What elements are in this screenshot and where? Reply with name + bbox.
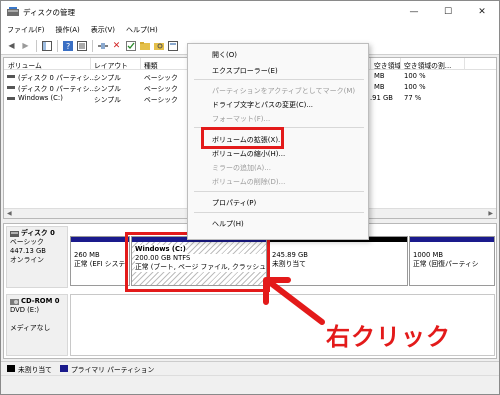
- volume-free-pct: 100 %: [404, 83, 426, 91]
- status-bar: [1, 375, 499, 394]
- legend-unallocated: 未割り当て: [18, 365, 52, 374]
- volume-name: (ディスク 0 パーティシ...: [18, 85, 97, 93]
- menu-bar: ファイル(F) 操作(A) 表示(V) ヘルプ(H): [1, 23, 499, 37]
- disk-0-status: オンライン: [10, 256, 44, 264]
- scroll-left-icon[interactable]: ◀: [7, 210, 12, 217]
- disk-0-size: 447.13 GB: [10, 247, 46, 255]
- menu-item-explorer[interactable]: エクスプローラー(E): [212, 66, 278, 76]
- connect-icon[interactable]: [96, 39, 109, 52]
- volume-type: ベーシック: [144, 85, 178, 93]
- volume-name: Windows (C:): [18, 94, 63, 102]
- partition-size: 1000 MB: [413, 251, 443, 259]
- volume-name: (ディスク 0 パーティシ...: [18, 74, 97, 82]
- disk-0-name: ディスク 0: [21, 229, 55, 237]
- menu-file[interactable]: ファイル(F): [7, 25, 45, 35]
- volume-free-pct: 100 %: [404, 72, 426, 80]
- partition-size: 260 MB: [74, 251, 100, 259]
- search-icon[interactable]: [152, 39, 165, 52]
- close-button[interactable]: ✕: [465, 1, 499, 23]
- volume-layout: シンプル: [94, 96, 121, 104]
- volume-layout: シンプル: [94, 74, 121, 82]
- partition-efi[interactable]: 260 MB 正常 (EFI システ: [70, 236, 130, 286]
- check-icon[interactable]: [124, 39, 137, 52]
- maximize-button[interactable]: ☐: [431, 1, 465, 23]
- cdrom-name: CD-ROM 0: [21, 297, 60, 305]
- volume-free-pct: 77 %: [404, 94, 422, 102]
- menu-item-open[interactable]: 開く(O): [212, 50, 237, 60]
- menu-item-help[interactable]: ヘルプ(H): [212, 219, 244, 229]
- column-type[interactable]: 種類: [144, 60, 158, 70]
- partition-status: 正常 (EFI システ: [74, 260, 126, 268]
- back-arrow-icon[interactable]: ◀: [5, 39, 18, 52]
- menu-item-delete-volume[interactable]: ボリュームの削除(D)...: [212, 177, 285, 187]
- volume-free: .91 GB: [370, 94, 393, 102]
- window-title: ディスクの管理: [23, 7, 75, 17]
- right-click-annotation: 右クリック: [326, 323, 451, 351]
- disk-0-type: ベーシック: [10, 238, 44, 246]
- volume-type: ベーシック: [144, 74, 178, 82]
- menu-item-properties[interactable]: プロパティ(P): [212, 198, 256, 208]
- help-icon[interactable]: ?: [61, 39, 74, 52]
- column-layout[interactable]: レイアウト: [94, 60, 128, 70]
- title-bar: ディスクの管理 — ☐ ✕: [1, 1, 499, 23]
- annotation-arrow-icon: [263, 277, 325, 325]
- menu-item-shrink-volume[interactable]: ボリュームの縮小(H)...: [212, 149, 285, 159]
- partition-status: 未割り当て: [272, 260, 306, 268]
- view-options-icon[interactable]: [166, 39, 179, 52]
- column-free-space[interactable]: 空き領域: [374, 60, 401, 70]
- cdrom-0-label[interactable]: CD-ROM 0 DVD (E:) メディアなし: [6, 294, 68, 356]
- cdrom-type: DVD (E:): [10, 306, 40, 314]
- menu-view[interactable]: 表示(V): [91, 25, 115, 35]
- cd-drive-icon: [10, 298, 19, 305]
- volume-free: MB: [374, 72, 385, 80]
- partition-status: 正常 (回復パーティシ: [413, 260, 479, 268]
- cdrom-status: メディアなし: [10, 324, 51, 332]
- disk-0-label[interactable]: ディスク 0 ベーシック 447.13 GB オンライン: [6, 226, 68, 288]
- legend: 未割り当て プライマリ パーティション: [1, 361, 499, 375]
- new-folder-icon[interactable]: [138, 39, 151, 52]
- svg-text:?: ?: [66, 42, 70, 51]
- console-tree-icon[interactable]: [40, 39, 53, 52]
- volume-free: MB: [374, 83, 385, 91]
- highlight-extend-volume: [201, 127, 284, 149]
- menu-item-mark-active[interactable]: パーティションをアクティブとしてマーク(M): [212, 86, 355, 96]
- partition-recovery[interactable]: 1000 MB 正常 (回復パーティシ: [409, 236, 495, 286]
- volume-type: ベーシック: [144, 96, 178, 104]
- menu-action[interactable]: 操作(A): [56, 25, 80, 35]
- legend-primary: プライマリ パーティション: [70, 365, 155, 374]
- disk-icon: [10, 230, 19, 237]
- volume-icon: [7, 97, 15, 100]
- forward-arrow-icon[interactable]: ▶: [19, 39, 32, 52]
- delete-icon[interactable]: ✕: [110, 39, 123, 52]
- minimize-button[interactable]: —: [397, 1, 431, 23]
- properties-icon[interactable]: [75, 39, 88, 52]
- column-free-percent[interactable]: 空き領域の割...: [404, 60, 451, 70]
- menu-item-change-drive-letter[interactable]: ドライブ文字とパスの変更(C)...: [212, 100, 313, 110]
- disk-management-icon: [7, 7, 19, 16]
- scroll-right-icon[interactable]: ▶: [488, 210, 493, 217]
- volume-icon: [7, 75, 15, 78]
- menu-item-format[interactable]: フォーマット(F)...: [212, 114, 270, 124]
- partition-size: 245.89 GB: [272, 251, 308, 259]
- highlight-windows-partition: [125, 232, 270, 292]
- column-volume[interactable]: ボリューム: [8, 60, 42, 70]
- menu-help[interactable]: ヘルプ(H): [126, 25, 158, 35]
- unallocated-swatch: [7, 365, 15, 372]
- menu-item-add-mirror[interactable]: ミラーの追加(A)...: [212, 163, 271, 173]
- volume-layout: シンプル: [94, 85, 121, 93]
- volume-icon: [7, 86, 15, 89]
- primary-swatch: [59, 365, 68, 372]
